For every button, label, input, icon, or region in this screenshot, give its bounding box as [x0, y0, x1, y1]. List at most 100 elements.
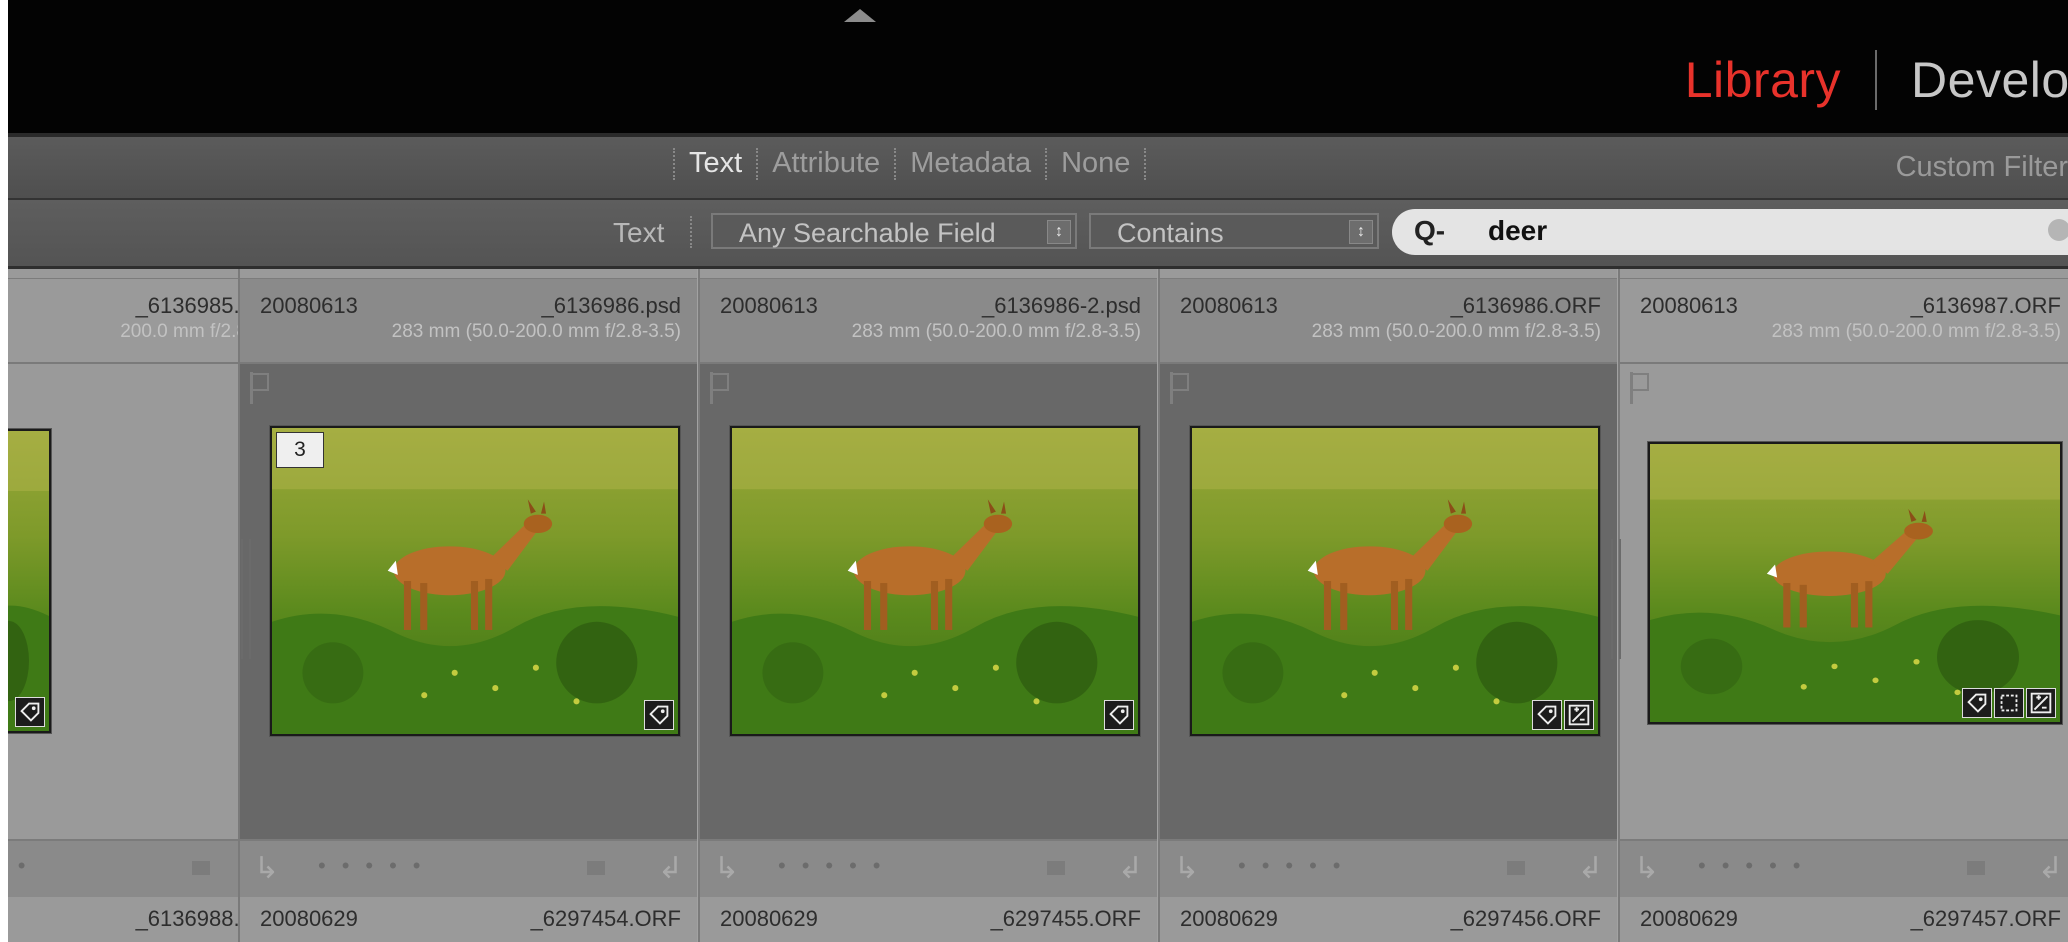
module-picker-bar: Library Develop [8, 0, 2068, 133]
cell-thumbnail-area[interactable] [700, 364, 1157, 839]
cell-info-header: 20080613 _6136986.psd 283 mm (50.0-200.0… [240, 279, 697, 364]
pick-flag-icon[interactable] [710, 372, 729, 404]
rotate-right-icon[interactable]: ↲ [1118, 851, 1143, 886]
develop-adjusted-icon[interactable] [1564, 700, 1594, 730]
lightroom-window: Library Develop Text Attribute Metadata … [8, 0, 2068, 942]
star-rating[interactable]: ••••• [8, 853, 42, 879]
capture-date: 20080629 [720, 906, 818, 931]
lens-info: 283 mm (50.0-200.0 mm f/2.8-3.5) [1771, 321, 2061, 342]
module-library[interactable]: Library [1685, 51, 1841, 109]
rotate-right-icon[interactable]: ↲ [1578, 851, 1603, 886]
keyword-tag-icon[interactable] [1104, 700, 1134, 730]
color-label-icon[interactable] [192, 861, 210, 875]
stack-count-badge[interactable]: 3 [276, 432, 324, 468]
select-arrows-icon: ↕ [1047, 220, 1071, 244]
cell-top-edge [1160, 269, 1617, 279]
keyword-tag-icon[interactable] [644, 700, 674, 730]
cell-footer: ↳ ••••• ↲ [240, 839, 697, 899]
thumbnail-image[interactable] [1648, 442, 2062, 724]
develop-adjusted-icon[interactable] [2026, 688, 2056, 718]
rule-select[interactable]: Contains ↕ [1089, 213, 1379, 249]
star-rating[interactable]: ••••• [318, 853, 437, 879]
color-label-icon[interactable] [1507, 861, 1525, 875]
select-arrows-icon: ↕ [1349, 220, 1373, 244]
text-filter-label: Text [613, 217, 665, 248]
capture-date: 20080629 [1640, 906, 1738, 931]
keyword-tag-icon[interactable] [1962, 688, 1992, 718]
color-label-icon[interactable] [1047, 861, 1065, 875]
thumbnail-image[interactable]: 3 [270, 426, 680, 736]
capture-date: 20080613 [260, 293, 358, 318]
capture-date: 20080629 [260, 906, 358, 931]
cell-footer: ↳ ••••• ↲ [1160, 839, 1617, 899]
stack-handle-left[interactable] [241, 539, 251, 659]
tab-none[interactable]: None [1047, 147, 1144, 180]
search-icon[interactable]: Q- [1414, 215, 1445, 247]
module-develop[interactable]: Develop [1911, 51, 2068, 109]
thumbnail-image[interactable] [8, 429, 51, 733]
grid-cell[interactable]: 20080613 _6136987.ORF 283 mm (50.0-200.0… [1618, 269, 2068, 942]
capture-date: 20080613 [1640, 293, 1738, 318]
file-name: _6297454.ORF [530, 906, 681, 931]
next-row-info-header: 20080629 _6297454.ORF [240, 897, 697, 942]
thumbnail-image[interactable] [1190, 426, 1600, 736]
thumbnail-grid: _6136985.ORF 200.0 mm f/2.8-3.5) • _6136… [8, 269, 2068, 942]
cell-footer: ↳ ••••• ↲ [1620, 839, 2068, 899]
tab-separator [1144, 147, 1147, 180]
keyword-tag-icon[interactable] [1532, 700, 1562, 730]
filter-tabs: Text Attribute Metadata None [673, 147, 1147, 180]
keyword-tag-icon[interactable] [15, 697, 45, 727]
stack-handle-right[interactable] [1611, 539, 1621, 659]
pick-flag-icon[interactable] [250, 372, 269, 404]
cell-thumbnail-area[interactable] [1160, 364, 1617, 839]
module-picker: Library Develop [1685, 50, 2068, 110]
star-rating[interactable]: ••••• [1698, 853, 1817, 879]
file-name: _6297457.ORF [1910, 906, 2061, 931]
star-rating[interactable]: ••••• [778, 853, 897, 879]
rotate-left-icon[interactable]: ↳ [254, 851, 279, 886]
rotate-right-icon[interactable]: ↲ [658, 851, 683, 886]
grid-cell[interactable]: 20080613 _6136986-2.psd 283 mm (50.0-200… [698, 269, 1158, 942]
rotate-left-icon[interactable]: ↳ [714, 851, 739, 886]
text-filter-row: Text Any Searchable Field ↕ Contains ↕ Q… [8, 200, 2068, 269]
crop-icon[interactable] [1994, 688, 2024, 718]
search-input[interactable]: deer [1488, 215, 1547, 247]
tab-metadata[interactable]: Metadata [896, 147, 1045, 180]
module-separator [1875, 50, 1878, 110]
color-label-icon[interactable] [587, 861, 605, 875]
cell-top-edge [1620, 269, 2068, 279]
file-name: _6136986-2.psd [981, 293, 1141, 318]
rotate-right-icon[interactable]: ↲ [2038, 851, 2063, 886]
cell-info-header: 20080613 _6136986-2.psd 283 mm (50.0-200… [700, 279, 1157, 364]
filter-preset-select[interactable]: Custom Filter [1896, 151, 2068, 184]
searchable-field-select[interactable]: Any Searchable Field ↕ [711, 213, 1077, 249]
next-row-info-header: 20080629 _6297457.ORF [1620, 897, 2068, 942]
pick-flag-icon[interactable] [1170, 372, 1189, 404]
cell-thumbnail-area[interactable]: 3 [240, 364, 697, 839]
cell-top-edge [700, 269, 1157, 279]
lens-info: 283 mm (50.0-200.0 mm f/2.8-3.5) [391, 321, 681, 342]
grid-cell[interactable]: 20080613 _6136986.psd 283 mm (50.0-200.0… [238, 269, 698, 942]
grid-cell[interactable]: 20080613 _6136986.ORF 283 mm (50.0-200.0… [1158, 269, 1618, 942]
clear-search-icon[interactable] [2048, 219, 2068, 241]
capture-date: 20080629 [1180, 906, 1278, 931]
lens-info: 283 mm (50.0-200.0 mm f/2.8-3.5) [851, 321, 1141, 342]
pick-flag-icon[interactable] [1630, 372, 1649, 404]
capture-date: 20080613 [720, 293, 818, 318]
lens-info: 283 mm (50.0-200.0 mm f/2.8-3.5) [1311, 321, 1601, 342]
file-name: _6136986.ORF [1450, 293, 1601, 318]
collapse-top-panel-icon[interactable] [844, 9, 876, 22]
rotate-left-icon[interactable]: ↳ [1634, 851, 1659, 886]
search-field[interactable]: Q- deer [1392, 209, 2068, 255]
next-row-info-header: 20080629 _6297456.ORF [1160, 897, 1617, 942]
capture-date: 20080613 [1180, 293, 1278, 318]
next-row-info-header: 20080629 _6297455.ORF [700, 897, 1157, 942]
cell-thumbnail-area[interactable] [1620, 364, 2068, 839]
rotate-left-icon[interactable]: ↳ [1174, 851, 1199, 886]
tab-text[interactable]: Text [675, 147, 756, 180]
tab-attribute[interactable]: Attribute [758, 147, 894, 180]
cell-top-edge [240, 269, 697, 279]
star-rating[interactable]: ••••• [1238, 853, 1357, 879]
color-label-icon[interactable] [1967, 861, 1985, 875]
thumbnail-image[interactable] [730, 426, 1140, 736]
